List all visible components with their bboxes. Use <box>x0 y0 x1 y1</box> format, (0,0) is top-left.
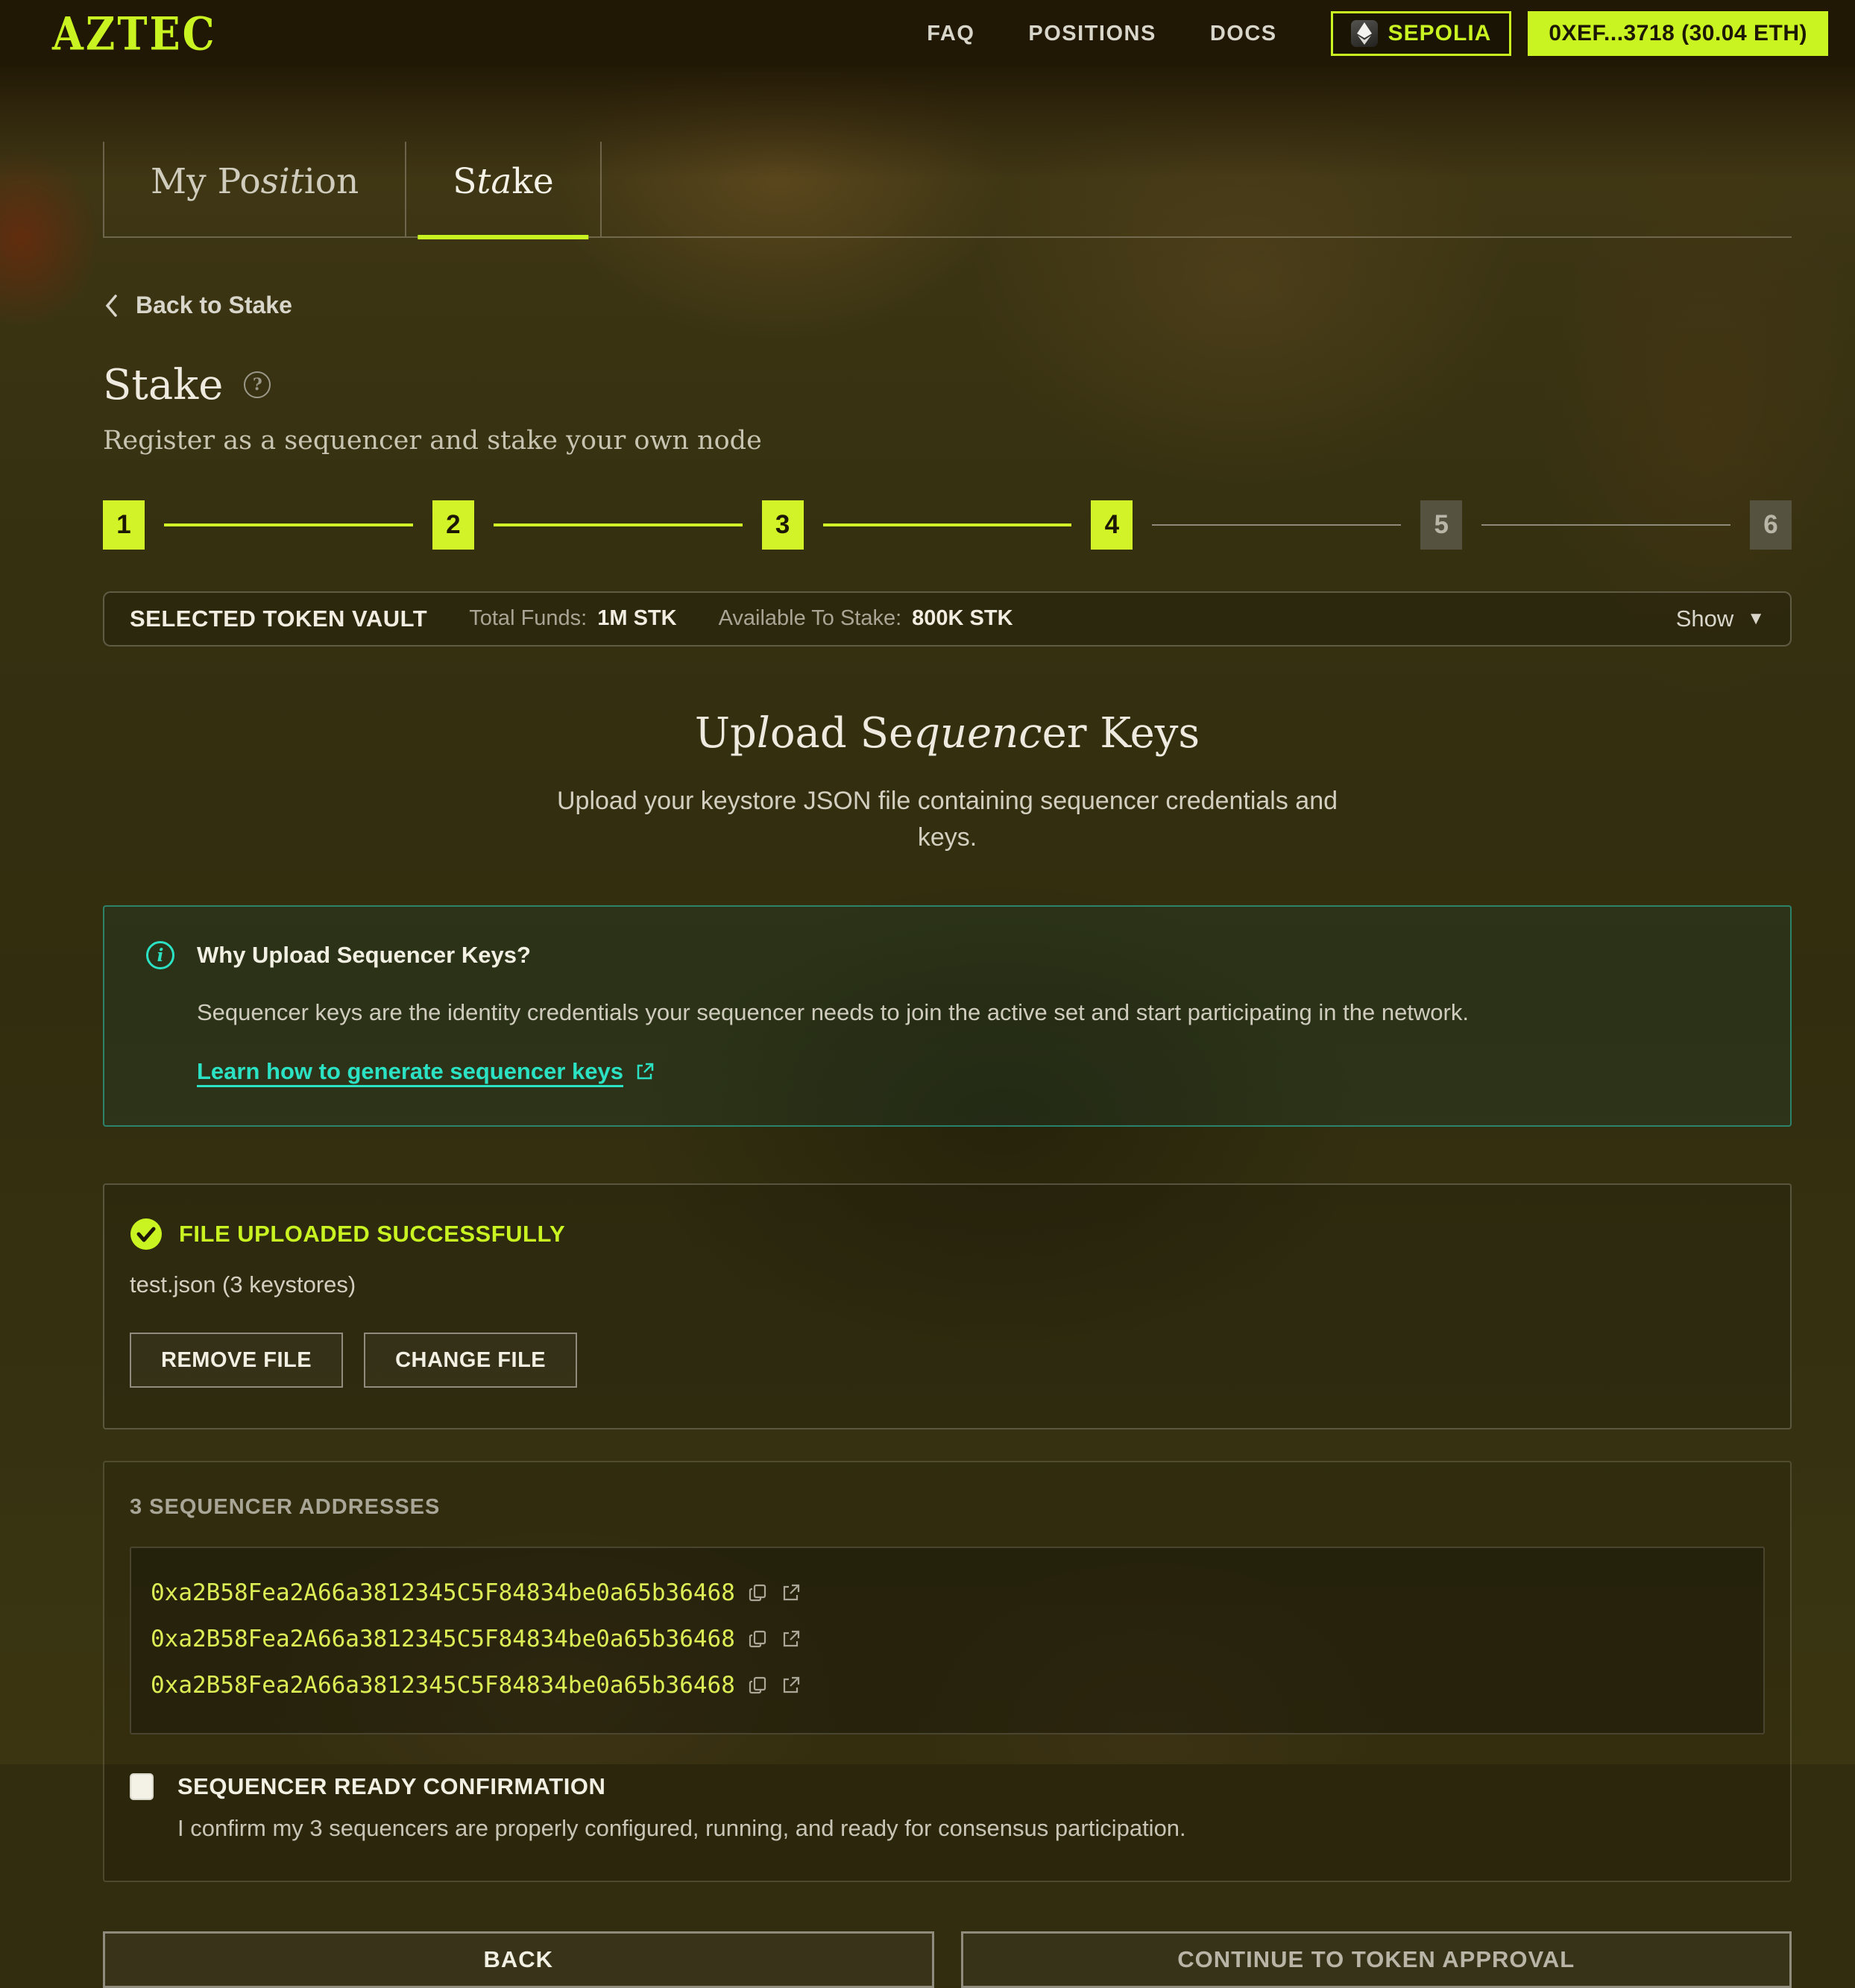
sequencer-addresses-label: 3 SEQUENCER ADDRESSES <box>130 1495 1765 1520</box>
address-row: 0xa2B58Fea2A66a3812345C5F84834be0a65b364… <box>151 1579 1744 1606</box>
wallet-address-button[interactable]: 0XEF...3718 (30.04 ETH) <box>1528 11 1828 56</box>
external-link-icon[interactable] <box>781 1629 801 1649</box>
sequencer-address: 0xa2B58Fea2A66a3812345C5F84834be0a65b364… <box>151 1579 735 1606</box>
vault-title: SELECTED TOKEN VAULT <box>130 605 427 632</box>
nav-positions[interactable]: POSITIONS <box>1028 22 1156 46</box>
step-connector <box>164 523 413 526</box>
remove-file-button[interactable]: REMOVE FILE <box>130 1333 343 1388</box>
upload-keys-heading: Upload Sequencer Keys <box>103 709 1792 758</box>
confirmation-text: I confirm my 3 sequencers are properly c… <box>177 1815 1765 1842</box>
show-label: Show <box>1676 605 1734 632</box>
why-upload-info-box: i Why Upload Sequencer Keys? Sequencer k… <box>103 905 1792 1127</box>
aztec-logo: AZTEC <box>52 11 217 56</box>
external-link-icon <box>635 1062 655 1081</box>
total-funds-label: Total Funds: <box>469 606 587 631</box>
step-progress-indicator: 1 2 3 4 5 6 <box>103 500 1792 550</box>
info-box-body: Sequencer keys are the identity credenti… <box>197 996 1748 1028</box>
nav-links: FAQ POSITIONS DOCS <box>927 22 1276 46</box>
tab-stake[interactable]: Stake <box>405 142 601 236</box>
change-file-button[interactable]: CHANGE FILE <box>364 1333 577 1388</box>
top-navigation-bar: AZTEC FAQ POSITIONS DOCS SEPOLIA 0XEF...… <box>0 0 1855 67</box>
file-upload-status-box: FILE UPLOADED SUCCESSFULLY test.json (3 … <box>103 1183 1792 1429</box>
sequencer-address: 0xa2B58Fea2A66a3812345C5F84834be0a65b364… <box>151 1672 735 1699</box>
step-connector <box>494 523 743 526</box>
back-button[interactable]: BACK <box>103 1931 934 1988</box>
info-icon: i <box>146 941 174 969</box>
nav-docs[interactable]: DOCS <box>1210 22 1277 46</box>
show-vault-toggle[interactable]: Show ▼ <box>1676 605 1765 632</box>
page-subtitle: Register as a sequencer and stake your o… <box>103 426 1792 456</box>
network-label: SEPOLIA <box>1388 21 1492 46</box>
sequencer-ready-checkbox[interactable] <box>130 1773 154 1800</box>
continue-to-token-approval-button[interactable]: CONTINUE TO TOKEN APPROVAL <box>961 1931 1792 1988</box>
tab-my-position[interactable]: My Position <box>103 142 405 236</box>
tab-bar: My Position Stake <box>103 142 1792 238</box>
total-funds-value: 1M STK <box>597 606 676 631</box>
step-2: 2 <box>432 500 474 550</box>
external-link-icon[interactable] <box>781 1583 801 1602</box>
chevron-down-icon: ▼ <box>1747 608 1765 629</box>
back-link-label: Back to Stake <box>136 292 292 319</box>
available-to-stake-value: 800K STK <box>912 606 1012 631</box>
external-link-icon[interactable] <box>781 1676 801 1695</box>
info-box-title: Why Upload Sequencer Keys? <box>197 942 531 969</box>
ethereum-icon <box>1351 20 1378 47</box>
address-row: 0xa2B58Fea2A66a3812345C5F84834be0a65b364… <box>151 1626 1744 1652</box>
upload-keys-description: Upload your keystore JSON file containin… <box>552 783 1343 857</box>
copy-icon[interactable] <box>749 1676 768 1695</box>
step-6: 6 <box>1750 500 1792 550</box>
main-content: My Position Stake Back to Stake Stake ? … <box>103 142 1792 1988</box>
sequencer-address: 0xa2B58Fea2A66a3812345C5F84834be0a65b364… <box>151 1626 735 1652</box>
step-connector <box>1481 524 1730 526</box>
step-3: 3 <box>762 500 804 550</box>
step-5: 5 <box>1420 500 1462 550</box>
step-connector <box>823 523 1072 526</box>
address-list: 0xa2B58Fea2A66a3812345C5F84834be0a65b364… <box>130 1547 1765 1734</box>
check-circle-icon <box>130 1218 163 1251</box>
nav-faq[interactable]: FAQ <box>927 22 974 46</box>
copy-icon[interactable] <box>749 1629 768 1649</box>
network-selector-button[interactable]: SEPOLIA <box>1331 11 1512 56</box>
address-row: 0xa2B58Fea2A66a3812345C5F84834be0a65b364… <box>151 1672 1744 1699</box>
help-icon[interactable]: ? <box>244 371 271 398</box>
page-title: Stake <box>103 361 223 409</box>
upload-status-text: FILE UPLOADED SUCCESSFULLY <box>179 1221 565 1248</box>
copy-icon[interactable] <box>749 1583 768 1602</box>
back-to-stake-link[interactable]: Back to Stake <box>103 292 292 319</box>
step-connector <box>1152 524 1401 526</box>
step-4: 4 <box>1091 500 1133 550</box>
generate-keys-link-label: Learn how to generate sequencer keys <box>197 1058 623 1085</box>
selected-token-vault-bar: SELECTED TOKEN VAULT Total Funds: 1M STK… <box>103 591 1792 647</box>
step-1: 1 <box>103 500 145 550</box>
confirmation-title: SEQUENCER READY CONFIRMATION <box>177 1773 605 1800</box>
sequencer-addresses-section: 3 SEQUENCER ADDRESSES 0xa2B58Fea2A66a381… <box>103 1461 1792 1882</box>
chevron-left-icon <box>103 293 119 318</box>
uploaded-file-info: test.json (3 keystores) <box>130 1271 1765 1298</box>
available-to-stake-label: Available To Stake: <box>719 606 902 631</box>
generate-keys-link[interactable]: Learn how to generate sequencer keys <box>197 1058 655 1085</box>
